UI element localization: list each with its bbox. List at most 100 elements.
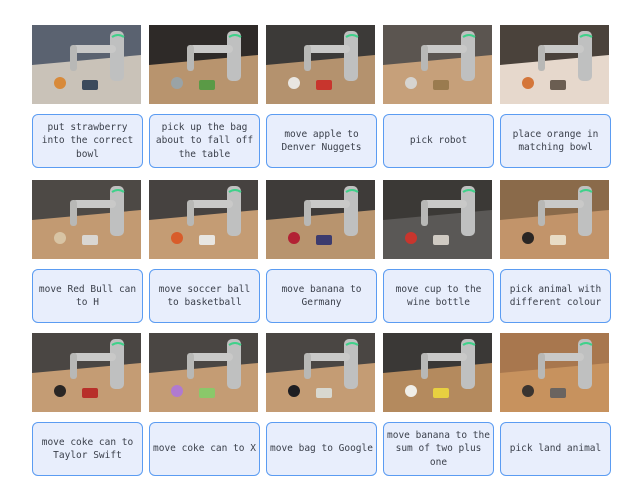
object-primary: [171, 385, 183, 397]
object-secondary: [82, 235, 98, 245]
instruction-text: pick animal with different colour: [509, 283, 602, 309]
object-primary: [405, 77, 417, 89]
task-photo: [383, 180, 492, 259]
object-secondary: [433, 235, 449, 245]
robot-body: [227, 339, 241, 389]
photo-scene: [149, 180, 258, 259]
object-secondary: [199, 388, 215, 398]
photo-scene: [500, 180, 609, 259]
robot-body: [344, 339, 358, 389]
task-photo: [383, 333, 492, 412]
task-photo: [32, 25, 141, 104]
object-secondary: [199, 235, 215, 245]
instruction-label: move banana to the sum of two plus one: [383, 422, 494, 476]
task-photo: [266, 180, 375, 259]
photo-scene: [266, 180, 375, 259]
robot-forearm: [538, 45, 545, 71]
instruction-text: move soccer ball to basketball: [158, 283, 251, 309]
robot-body: [344, 186, 358, 236]
instruction-text: move cup to the wine bottle: [395, 283, 482, 309]
instruction-text: move coke can to Taylor Swift: [41, 436, 134, 462]
task-photo: [266, 333, 375, 412]
object-primary: [54, 232, 66, 244]
task-photo: [32, 333, 141, 412]
robot-forearm: [70, 353, 77, 379]
robot-body: [227, 31, 241, 81]
robot-arm: [540, 45, 584, 53]
robot-body: [461, 339, 475, 389]
robot-arm: [423, 200, 467, 208]
object-primary: [171, 77, 183, 89]
task-photo: [500, 180, 609, 259]
instruction-label: pick robot: [383, 114, 494, 168]
photo-scene: [383, 333, 492, 412]
robot-forearm: [70, 45, 77, 71]
instruction-text: move banana to the sum of two plus one: [387, 429, 490, 468]
robot-arm: [189, 200, 233, 208]
instruction-text: pick land animal: [509, 443, 602, 455]
object-secondary: [82, 80, 98, 90]
photo-scene: [149, 333, 258, 412]
instruction-label: move coke can to X: [149, 422, 260, 476]
photo-scene: [383, 180, 492, 259]
object-secondary: [199, 80, 215, 90]
object-secondary: [550, 235, 566, 245]
photo-scene: [32, 333, 141, 412]
object-primary: [522, 232, 534, 244]
object-primary: [288, 77, 300, 89]
photo-scene: [266, 333, 375, 412]
object-primary: [288, 385, 300, 397]
instruction-text: move banana to Germany: [281, 283, 362, 309]
instruction-label: put strawberry into the correct bowl: [32, 114, 143, 168]
photo-scene: [500, 25, 609, 104]
robot-forearm: [187, 45, 194, 71]
robot-forearm: [421, 200, 428, 226]
robot-forearm: [304, 45, 311, 71]
object-secondary: [433, 80, 449, 90]
task-photo: [32, 180, 141, 259]
photo-scene: [32, 180, 141, 259]
robot-arm: [540, 353, 584, 361]
instruction-label: move coke can to Taylor Swift: [32, 422, 143, 476]
robot-forearm: [187, 353, 194, 379]
object-primary: [288, 232, 300, 244]
instruction-label: pick up the bag about to fall off the ta…: [149, 114, 260, 168]
object-primary: [54, 77, 66, 89]
robot-arm: [72, 353, 116, 361]
object-secondary: [316, 80, 332, 90]
instruction-text: move Red Bull can to H: [38, 283, 137, 309]
robot-forearm: [421, 45, 428, 71]
instruction-text: pick robot: [409, 135, 468, 147]
task-photo: [500, 25, 609, 104]
task-photo: [149, 333, 258, 412]
object-primary: [54, 385, 66, 397]
object-secondary: [316, 235, 332, 245]
robot-arm: [423, 353, 467, 361]
object-secondary: [82, 388, 98, 398]
task-photo: [383, 25, 492, 104]
photo-scene: [383, 25, 492, 104]
robot-forearm: [70, 200, 77, 226]
robot-body: [461, 186, 475, 236]
photo-scene: [500, 333, 609, 412]
instruction-label: move bag to Google: [266, 422, 377, 476]
task-photo: [500, 333, 609, 412]
object-primary: [171, 232, 183, 244]
instruction-label: move cup to the wine bottle: [383, 269, 494, 323]
robot-forearm: [187, 200, 194, 226]
robot-forearm: [538, 200, 545, 226]
robot-arm: [189, 353, 233, 361]
photo-scene: [266, 25, 375, 104]
robot-body: [344, 31, 358, 81]
object-primary: [522, 77, 534, 89]
robot-body: [227, 186, 241, 236]
robot-body: [110, 31, 124, 81]
instruction-label: move soccer ball to basketball: [149, 269, 260, 323]
photo-scene: [32, 25, 141, 104]
instruction-text: move coke can to X: [153, 443, 256, 455]
object-primary: [405, 232, 417, 244]
robot-arm: [306, 200, 350, 208]
object-secondary: [316, 388, 332, 398]
robot-forearm: [304, 200, 311, 226]
instruction-label: place orange in matching bowl: [500, 114, 611, 168]
